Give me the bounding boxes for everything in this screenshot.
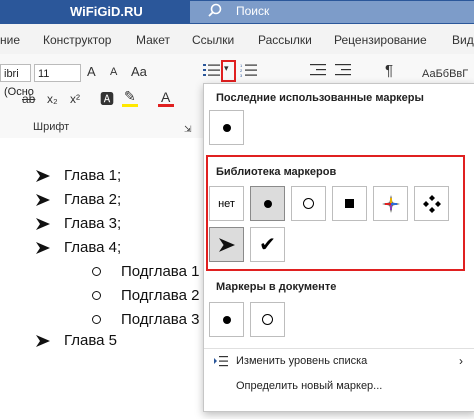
document-bullets-title: Маркеры в документе: [216, 281, 337, 293]
arrow-bullet-icon: [36, 218, 50, 230]
font-group-label: Шрифт: [33, 121, 70, 133]
numbered-list-icon[interactable]: 123: [240, 63, 258, 77]
font-color-bar: [158, 104, 174, 107]
circle-bullet-icon: [92, 315, 101, 324]
search-label[interactable]: Поиск: [236, 4, 269, 18]
change-case-button[interactable]: Aa: [131, 64, 147, 79]
highlight-color-bar: [122, 104, 138, 107]
arrow-bullet-icon: [36, 335, 50, 347]
circle-bullet-icon: [92, 267, 101, 276]
text-effects-button[interactable]: 🅰: [100, 89, 114, 109]
recent-bullet-dot[interactable]: [209, 110, 244, 145]
tab-layout[interactable]: Макет: [136, 33, 170, 47]
increase-indent-icon[interactable]: [335, 63, 351, 77]
tab-home[interactable]: ние: [0, 33, 20, 47]
list-item: Глава 4;: [64, 239, 122, 256]
superscript-button[interactable]: x²: [70, 92, 80, 106]
circle-bullet-icon: [92, 291, 101, 300]
tab-mailings[interactable]: Рассылки: [258, 33, 312, 47]
change-level-icon: [214, 356, 228, 367]
subscript-button[interactable]: x₂: [47, 92, 58, 106]
search-box[interactable]: [190, 1, 474, 23]
library-highlight-frame: [206, 155, 465, 271]
list-item: Глава 2;: [64, 191, 122, 208]
chevron-right-icon: ›: [459, 354, 463, 368]
circle-bullet-icon: [262, 314, 273, 325]
tab-view[interactable]: Вид: [452, 33, 474, 47]
style-preview[interactable]: АаБбВвГ: [422, 68, 468, 80]
document-bullet-circle[interactable]: [250, 302, 285, 337]
chevron-down-icon: ▾: [224, 63, 229, 73]
search-icon: [208, 3, 222, 17]
recent-bullets-title: Последние использованные маркеры: [216, 92, 424, 104]
highlight-pen-icon[interactable]: ✎: [124, 88, 136, 105]
decrease-indent-icon[interactable]: [310, 63, 326, 77]
shrink-font-button[interactable]: A: [110, 66, 117, 78]
strikethrough-button[interactable]: ab: [22, 92, 35, 106]
list-item: Подглава 1: [121, 263, 200, 280]
bullet-list-icon[interactable]: [203, 63, 221, 77]
font-name-field[interactable]: ibri (Осно: [0, 64, 34, 98]
font-dialog-launcher-icon[interactable]: ⇲: [184, 124, 192, 135]
define-new-bullet-item[interactable]: Определить новый маркер...: [236, 380, 382, 392]
document-bullet-dot[interactable]: [209, 302, 244, 337]
dot-bullet-icon: [222, 123, 231, 132]
arrow-bullet-icon: [36, 242, 50, 254]
font-color-button[interactable]: A: [161, 89, 170, 105]
divider: [204, 348, 474, 349]
tab-design[interactable]: Конструктор: [43, 33, 111, 47]
window-title: WiFiGiD.RU: [70, 4, 143, 19]
paragraph-mark-button[interactable]: ¶: [385, 62, 393, 79]
tab-references[interactable]: Ссылки: [192, 33, 234, 47]
list-item: Глава 3;: [64, 215, 122, 232]
arrow-bullet-icon: [36, 194, 50, 206]
list-item: Глава 1;: [64, 167, 122, 184]
change-list-level-item[interactable]: Изменить уровень списка: [236, 355, 367, 367]
list-item: Подглава 2: [121, 287, 200, 304]
ribbon-tabs: ние Конструктор Макет Ссылки Рассылки Ре…: [0, 24, 474, 54]
list-item: Подглава 3: [121, 311, 200, 328]
arrow-bullet-icon: [36, 170, 50, 182]
list-item: Глава 5: [64, 332, 118, 349]
dot-bullet-icon: [222, 315, 231, 324]
font-size-field[interactable]: 11: [34, 64, 81, 82]
grow-font-button[interactable]: A: [87, 64, 96, 79]
tab-review[interactable]: Рецензирование: [334, 33, 427, 47]
svg-text:3: 3: [240, 73, 243, 77]
